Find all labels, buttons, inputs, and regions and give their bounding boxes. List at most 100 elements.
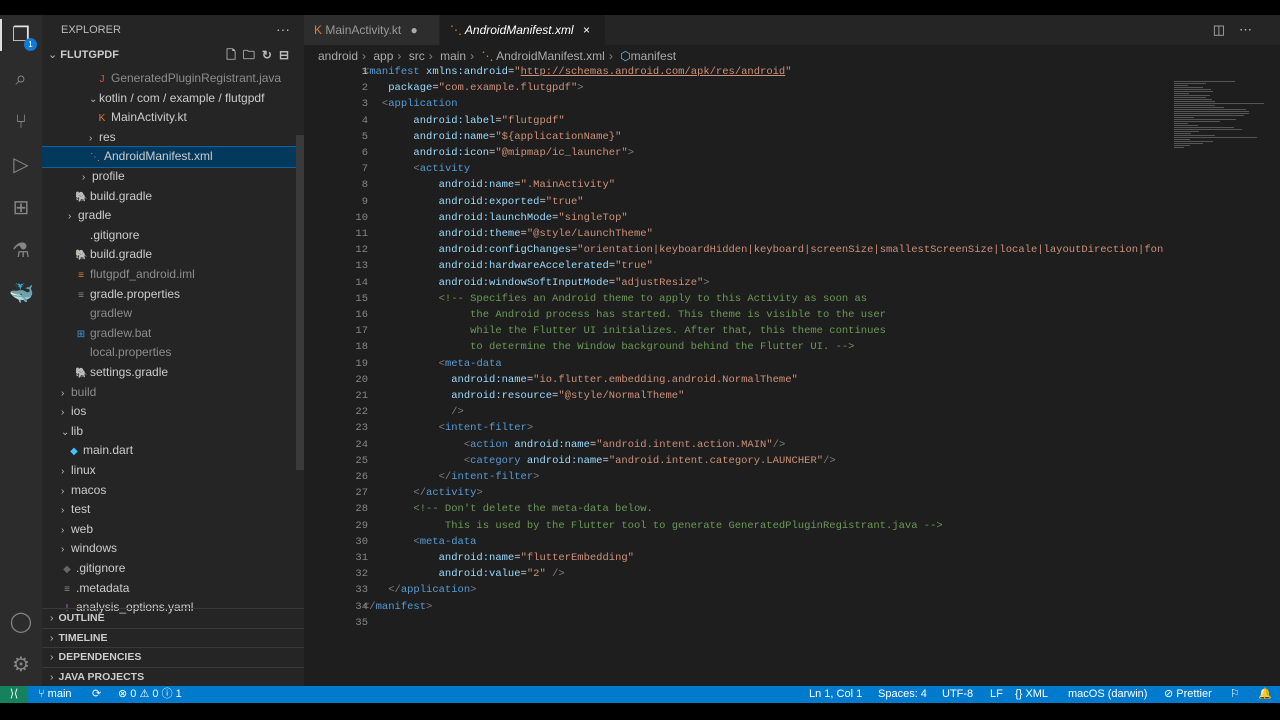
minimap[interactable] xyxy=(1164,65,1268,148)
language-mode[interactable]: {} XML xyxy=(1015,686,1048,703)
minimap-line xyxy=(1174,113,1249,114)
encoding[interactable]: UTF-8 xyxy=(942,686,973,703)
crumb-file[interactable]: AndroidManifest.xml xyxy=(496,49,605,63)
file-item[interactable]: .gitignore xyxy=(42,226,304,246)
crumb-src[interactable]: src xyxy=(409,49,425,63)
remote-icon[interactable]: ⟩⟨ xyxy=(0,686,28,703)
chevron-right-icon: › xyxy=(89,132,93,144)
folder-item[interactable]: › linux xyxy=(42,461,304,481)
account-icon[interactable]: ◯ xyxy=(9,610,33,634)
minimap-line xyxy=(1174,119,1237,120)
code-token: android:resource xyxy=(451,390,553,402)
item-label: .gitignore xyxy=(76,561,126,575)
branch-status[interactable]: ⑂ main xyxy=(38,686,72,703)
file-item[interactable]: 🐘 build.gradle xyxy=(42,245,304,265)
item-label: build.gradle xyxy=(90,188,153,203)
code-token: </ xyxy=(388,584,401,597)
file-item[interactable]: local.properties xyxy=(42,343,304,363)
split-editor-icon[interactable]: ◫ xyxy=(1213,22,1239,37)
sync-icon[interactable]: ⟳ xyxy=(92,686,101,703)
file-item[interactable]: ⋱ AndroidManifest.xml xyxy=(42,146,304,168)
folder-item[interactable]: › res xyxy=(42,128,304,148)
file-item[interactable]: gradlew xyxy=(42,304,304,324)
project-header[interactable]: ⌄ FLUTGPDF 🗋🗀↻⊟ xyxy=(42,45,304,65)
folder-item[interactable]: › windows xyxy=(42,539,304,559)
refresh-icon[interactable]: ↻ xyxy=(262,48,279,62)
cursor-position[interactable]: Ln 1, Col 1 xyxy=(809,686,862,703)
indentation[interactable]: Spaces: 4 xyxy=(878,686,927,703)
crumb-symbol[interactable]: manifest xyxy=(631,49,676,63)
file-item[interactable]: ≡ flutgpdf_android.iml xyxy=(42,265,304,285)
code-token: android:theme xyxy=(438,228,521,240)
folder-item[interactable]: › macos xyxy=(42,481,304,501)
code-token: the Android process has started. This th… xyxy=(363,309,886,321)
code-line: <application xyxy=(363,98,458,110)
explorer-icon[interactable]: ❐ 1 xyxy=(0,19,37,51)
close-tab-icon[interactable]: × xyxy=(583,23,590,37)
crumb-app[interactable]: app xyxy=(373,49,393,63)
section-java-projects[interactable]: › JAVA PROJECTS xyxy=(42,666,304,687)
line-ending[interactable]: LF xyxy=(990,686,1003,703)
tab-mainactivity[interactable]: K MainActivity.kt ● xyxy=(304,15,439,45)
line-number: 2 xyxy=(361,82,368,95)
code-line: android:label="flutgpdf" xyxy=(363,115,564,127)
line-number: 33 xyxy=(355,584,368,597)
search-icon[interactable]: ⌕ xyxy=(9,67,33,91)
section-timeline[interactable]: › TIMELINE xyxy=(42,627,304,648)
file-item[interactable]: ⊞ gradlew.bat xyxy=(42,324,304,344)
folder-item[interactable]: › test xyxy=(42,500,304,520)
folder-item[interactable]: › ios xyxy=(42,402,304,422)
folder-item[interactable]: › build xyxy=(42,383,304,403)
section-outline[interactable]: › OUTLINE xyxy=(42,608,304,628)
more-icon[interactable]: ⋯ xyxy=(1239,22,1266,37)
file-item[interactable]: K MainActivity.kt xyxy=(42,108,304,128)
chevron-right-icon: › xyxy=(61,524,65,536)
crumb-android[interactable]: android xyxy=(318,49,358,63)
file-item[interactable]: 🐘 settings.gradle xyxy=(42,363,304,383)
source-control-icon[interactable]: ⑂ xyxy=(9,110,33,134)
feedback-icon[interactable]: ⚐ xyxy=(1230,686,1240,703)
platform[interactable]: macOS (darwin) xyxy=(1068,686,1147,703)
item-label: gradlew.bat xyxy=(90,325,152,340)
code-token: "${applicationName}" xyxy=(495,130,622,143)
code-token: "@style/NormalTheme" xyxy=(558,390,685,402)
code-line: android:name="flutterEmbedding" xyxy=(363,552,634,564)
code-editor[interactable]: 1 <manifest xmlns:android="http://schemas… xyxy=(304,65,1164,685)
folder-item[interactable]: ⌄ kotlin / com / example / flutgpdf xyxy=(42,89,304,109)
file-item[interactable]: ≡ gradle.properties xyxy=(42,285,304,305)
folder-item[interactable]: › profile xyxy=(42,167,304,187)
crumb-main[interactable]: main xyxy=(440,49,466,63)
braces-icon: {} xyxy=(1015,688,1023,700)
run-debug-icon[interactable]: ▷ xyxy=(9,153,33,177)
new-file-icon[interactable]: 🗋 xyxy=(226,48,243,62)
folder-item[interactable]: › web xyxy=(42,520,304,540)
chevron-right-icon: › xyxy=(61,485,65,497)
item-label: gradle.properties xyxy=(90,286,181,301)
file-item[interactable]: J GeneratedPluginRegistrant.java xyxy=(42,69,304,89)
tab-androidmanifest[interactable]: ⋱ AndroidManifest.xml × xyxy=(440,15,605,45)
prettier-status[interactable]: ⊘ Prettier xyxy=(1164,686,1212,703)
new-folder-icon[interactable]: 🗀 xyxy=(243,48,262,62)
docker-icon[interactable]: 🐳 xyxy=(9,282,34,306)
settings-gear-icon[interactable]: ⚙ xyxy=(9,653,33,677)
code-token: /> xyxy=(823,454,836,467)
code-line: </manifest> xyxy=(363,601,432,613)
line-number: 35 xyxy=(355,616,368,629)
file-item[interactable]: ≡ .metadata xyxy=(42,579,304,599)
more-actions-icon[interactable]: ··· xyxy=(276,15,290,43)
collapse-all-icon[interactable]: ⊟ xyxy=(279,48,296,62)
sidebar-scrollbar[interactable] xyxy=(296,135,304,470)
section-dependencies[interactable]: › DEPENDENCIES xyxy=(42,647,304,667)
folder-item[interactable]: › gradle xyxy=(42,206,304,226)
folder-item[interactable]: ⌄ lib xyxy=(42,422,304,442)
notifications-icon[interactable]: 🔔 xyxy=(1258,686,1272,703)
extensions-icon[interactable]: ⊞ xyxy=(9,196,33,220)
testing-icon[interactable]: ⚗ xyxy=(9,239,33,263)
problems-status[interactable]: ⊗ 0 ⚠ 0 ⓘ 1 xyxy=(118,686,182,703)
file-item[interactable]: ◆ .gitignore xyxy=(42,559,304,579)
file-item[interactable]: 🐘 build.gradle xyxy=(42,187,304,207)
file-item[interactable]: ◆ main.dart xyxy=(42,441,304,461)
